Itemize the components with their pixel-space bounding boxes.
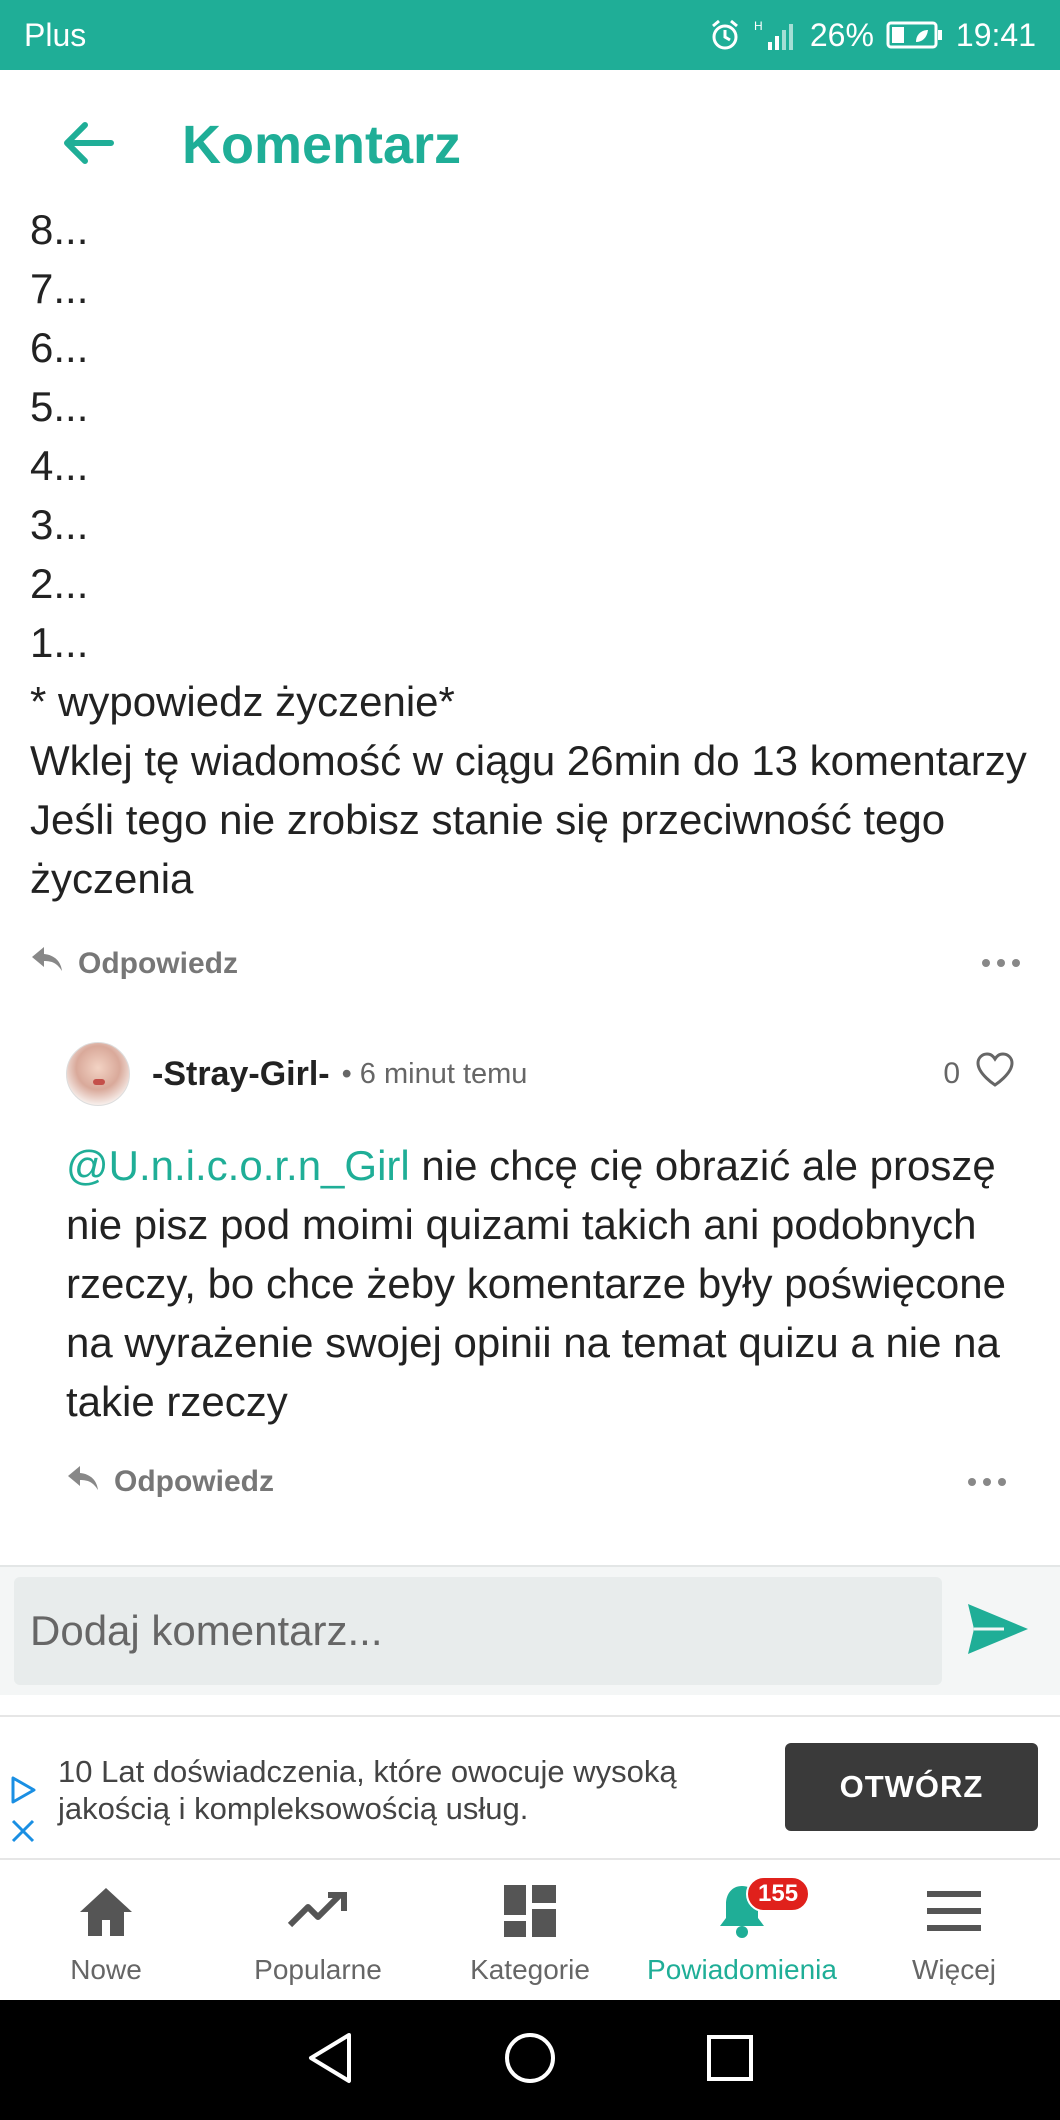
trending-icon (286, 1882, 350, 1940)
nav-label: Popularne (254, 1954, 382, 1985)
circle-home-icon (503, 2031, 557, 2090)
clock-time: 19:41 (955, 16, 1036, 53)
nav-item-wiecej[interactable]: Więcej (848, 1860, 1060, 2000)
ad-banner[interactable]: 10 Lat doświadczenia, które owocuje wyso… (0, 1715, 1060, 1860)
system-home-button[interactable] (500, 2030, 560, 2090)
system-back-button[interactable] (300, 2030, 360, 2090)
nav-item-nowe[interactable]: Nowe (0, 1860, 212, 2000)
heart-icon[interactable] (974, 1051, 1016, 1097)
bottom-nav: Nowe Popularne Kategorie 155 Powiadomien… (0, 1860, 1060, 2000)
back-button[interactable] (52, 110, 122, 180)
reply-button[interactable]: Odpowiedz (66, 1464, 274, 1500)
ad-choices (8, 1775, 38, 1851)
nav-item-kategorie[interactable]: Kategorie (424, 1860, 636, 2000)
comment-actions: Odpowiedz (66, 1447, 1016, 1517)
comment-line: 3... (30, 501, 89, 548)
comment-input[interactable] (14, 1577, 942, 1685)
comment-header: -Stray-Girl- • 6 minut temu 0 (66, 1034, 1016, 1114)
mention-link[interactable]: @U.n.i.c.o.r.n_Girl (66, 1142, 410, 1189)
comment-line: 7... (30, 265, 89, 312)
nav-label: Więcej (911, 1954, 996, 1985)
comment-timestamp: • 6 minut temu (341, 1057, 528, 1090)
square-recents-icon (705, 2033, 755, 2088)
comment-line: 6... (30, 324, 89, 371)
comment-thread[interactable]: 8... 7... 6... 5... 4... 3... 2... 1... … (0, 200, 1060, 1565)
reply-icon (66, 1464, 100, 1500)
arrow-left-icon (59, 119, 115, 172)
reply-button[interactable]: Odpowiedz (30, 934, 238, 993)
comment-line: Jeśli tego nie zrobisz stanie się przeci… (30, 796, 957, 902)
comment-actions: Odpowiedz (30, 928, 1030, 998)
home-icon (76, 1882, 136, 1940)
ad-text: 10 Lat doświadczenia, które owocuje wyso… (58, 1754, 677, 1826)
comment-text: @U.n.i.c.o.r.n_Girl nie chcę cię obrazić… (66, 1136, 1016, 1431)
signal-icon: H (754, 18, 798, 52)
grid-icon (502, 1882, 558, 1940)
nav-label: Kategorie (470, 1954, 590, 1985)
menu-icon (925, 1882, 983, 1940)
battery-icon (886, 20, 944, 50)
reply-comment: -Stray-Girl- • 6 minut temu 0 @U.n.i.c.o… (0, 1034, 1060, 1517)
nav-item-popularne[interactable]: Popularne (212, 1860, 424, 2000)
send-button[interactable] (950, 1583, 1046, 1679)
comment-line: 4... (30, 442, 89, 489)
nav-item-powiadomienia[interactable]: 155 Powiadomienia (636, 1860, 848, 2000)
nav-label: Nowe (70, 1954, 142, 1985)
page-title: Komentarz (182, 115, 462, 175)
carrier-label: Plus (24, 16, 87, 53)
avatar[interactable] (66, 1042, 130, 1106)
reply-label: Odpowiedz (114, 1465, 274, 1498)
app-header: Komentarz (0, 70, 1060, 220)
comment-line: 5... (30, 383, 89, 430)
nav-label: Powiadomienia (647, 1954, 837, 1985)
reply-label: Odpowiedz (78, 946, 238, 980)
close-icon[interactable] (8, 1816, 38, 1851)
top-comment: 8... 7... 6... 5... 4... 3... 2... 1... … (0, 200, 1060, 998)
comment-input-bar (0, 1565, 1060, 1695)
system-nav-bar (0, 2000, 1060, 2120)
triangle-back-icon (305, 2031, 355, 2090)
comment-line: Wklej tę wiadomość w ciągu 26min do 13 k… (30, 737, 1027, 784)
more-options-button[interactable] (958, 1468, 1016, 1496)
comment-line: * wypowiedz życzenie* (30, 678, 455, 725)
reply-icon (30, 934, 64, 993)
like-count: 0 (943, 1057, 960, 1090)
send-icon (966, 1602, 1030, 1661)
more-options-button[interactable] (972, 949, 1030, 977)
status-bar: Plus H 26% 19:41 (0, 0, 1060, 70)
battery-percent: 26% (809, 16, 874, 53)
system-recents-button[interactable] (700, 2030, 760, 2090)
comment-line: 2... (30, 560, 89, 607)
like-group: 0 (943, 1051, 1016, 1097)
notification-badge: 155 (746, 1876, 811, 1912)
username[interactable]: -Stray-Girl- (152, 1055, 330, 1094)
comment-line: 1... (30, 619, 89, 666)
adchoices-icon[interactable] (8, 1775, 38, 1810)
svg-text:H: H (754, 19, 763, 33)
ad-open-button[interactable]: OTWÓRZ (785, 1743, 1038, 1831)
comment-line: 8... (30, 206, 89, 253)
status-icons: H 26% 19:41 (708, 17, 1036, 54)
alarm-icon (708, 18, 742, 52)
